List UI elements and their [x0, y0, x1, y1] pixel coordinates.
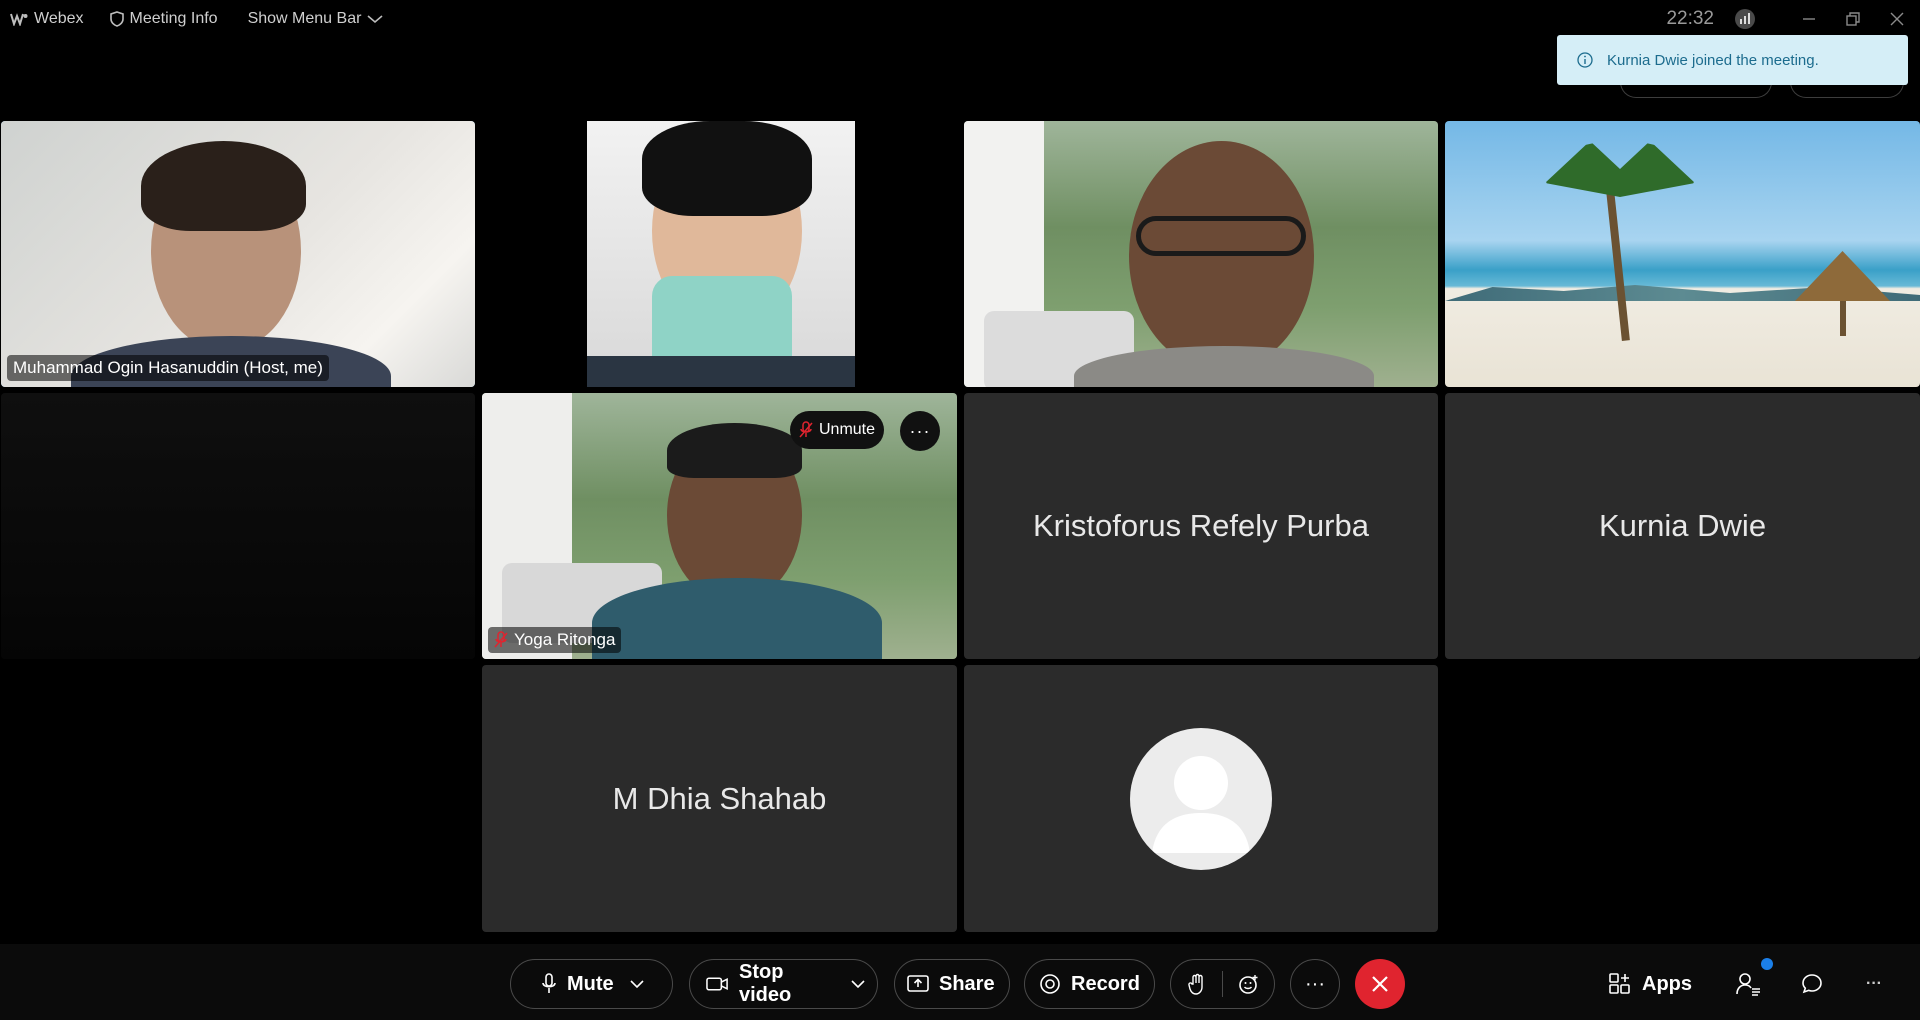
kristoforus-name: Kristoforus Refely Purba	[1033, 508, 1369, 543]
show-menu-bar-label: Show Menu Bar	[247, 10, 362, 27]
participants-icon	[1736, 973, 1760, 996]
chevron-down-icon	[367, 15, 383, 24]
shield-icon	[109, 11, 124, 27]
unmute-button[interactable]: Unmute	[790, 411, 884, 449]
participants-notification-badge	[1761, 958, 1773, 970]
mute-options-button[interactable]	[620, 960, 656, 1008]
record-button[interactable]: Record	[1024, 959, 1155, 1009]
network-stats-icon[interactable]	[1732, 6, 1758, 32]
share-screen-icon	[907, 975, 929, 992]
webex-menu[interactable]: Webex	[10, 10, 84, 28]
raise-hand-icon	[1187, 973, 1203, 995]
participants-button[interactable]	[1735, 964, 1765, 1004]
host-video	[1, 121, 475, 387]
window-controls: 22:32	[1666, 0, 1920, 38]
join-notification: Kurnia Dwie joined the meeting.	[1557, 35, 1908, 85]
participant-more-button[interactable]: ···	[900, 411, 940, 451]
mute-label: Mute	[567, 972, 614, 995]
chevron-down-icon	[630, 979, 644, 988]
title-bar: Webex Meeting Info Show Menu Bar 22:32	[0, 0, 1920, 38]
host-name: Muhammad Ogin Hasanuddin (Host, me)	[13, 358, 323, 377]
video-camera-icon	[706, 977, 728, 991]
yoga-name-tag: Yoga Ritonga	[488, 627, 622, 653]
participant-2-video	[482, 121, 957, 387]
close-icon	[1372, 976, 1388, 992]
yoga-name: Yoga Ritonga	[514, 630, 616, 649]
webex-logo-icon	[10, 13, 28, 26]
mute-control: Mute	[510, 959, 673, 1009]
video-tile-4[interactable]	[1445, 121, 1920, 387]
yoga-video	[482, 393, 957, 659]
video-tile-5[interactable]	[1, 393, 475, 659]
video-tile-2[interactable]	[482, 121, 957, 387]
unmute-label: Unmute	[818, 421, 876, 438]
host-name-tag: Muhammad Ogin Hasanuddin (Host, me)	[7, 355, 329, 381]
overflow-menu-button[interactable]: ···	[1866, 964, 1896, 1004]
info-icon	[1577, 52, 1593, 68]
video-tile-kurnia[interactable]: Kurnia Dwie	[1445, 393, 1920, 659]
chat-button[interactable]	[1800, 964, 1830, 1004]
beach-background	[1445, 121, 1920, 387]
meeting-info-button[interactable]: Meeting Info	[109, 10, 218, 28]
video-tile-yoga[interactable]: Unmute ··· Yoga Ritonga	[482, 393, 957, 659]
participant-3-video	[964, 121, 1438, 387]
chevron-down-icon	[851, 979, 865, 988]
leave-meeting-button[interactable]	[1355, 959, 1405, 1009]
minimize-icon[interactable]	[1796, 6, 1822, 32]
video-tile-host[interactable]: Muhammad Ogin Hasanuddin (Host, me)	[1, 121, 475, 387]
share-label: Share	[939, 972, 995, 995]
record-icon	[1040, 974, 1060, 994]
restore-icon[interactable]	[1840, 6, 1866, 32]
reactions-button[interactable]	[1223, 960, 1274, 1008]
more-options-button[interactable]: ···	[1290, 959, 1340, 1009]
stop-video-button[interactable]: Stop video	[690, 960, 841, 1008]
video-tile-kristoforus[interactable]: Kristoforus Refely Purba	[964, 393, 1438, 659]
video-tile-avatar[interactable]	[964, 665, 1438, 932]
apps-button[interactable]: Apps	[1608, 964, 1692, 1004]
video-tile-3[interactable]	[964, 121, 1438, 387]
record-label: Record	[1071, 972, 1140, 995]
microphone-icon	[542, 973, 556, 993]
muted-mic-icon	[799, 421, 813, 438]
notification-text: Kurnia Dwie joined the meeting.	[1607, 51, 1819, 69]
chat-icon	[1802, 974, 1822, 994]
apps-label: Apps	[1642, 972, 1692, 995]
kurnia-name: Kurnia Dwie	[1598, 508, 1767, 543]
apps-icon	[1609, 973, 1630, 994]
close-window-icon[interactable]	[1884, 6, 1910, 32]
show-menu-bar-button[interactable]: Show Menu Bar	[248, 10, 384, 28]
raise-hand-button[interactable]	[1171, 960, 1222, 1008]
mute-button[interactable]: Mute	[511, 960, 620, 1008]
dhia-name: M Dhia Shahab	[612, 780, 827, 816]
share-button[interactable]: Share	[894, 959, 1010, 1009]
clock: 22:32	[1666, 8, 1714, 29]
video-options-button[interactable]	[841, 960, 877, 1008]
meeting-info-label: Meeting Info	[129, 10, 218, 27]
meeting-controls-bar: Mute Stop video Share Record ··· Apps ··…	[0, 944, 1920, 1020]
default-avatar-icon	[1130, 727, 1272, 870]
app-name: Webex	[34, 10, 84, 27]
dark-video	[1, 393, 475, 659]
emoji-reaction-icon	[1238, 975, 1257, 994]
muted-mic-icon	[494, 631, 508, 648]
video-tile-dhia[interactable]: M Dhia Shahab	[482, 665, 957, 932]
video-control: Stop video	[689, 959, 878, 1009]
reactions-group	[1170, 959, 1275, 1009]
stop-video-label: Stop video	[739, 961, 792, 1006]
